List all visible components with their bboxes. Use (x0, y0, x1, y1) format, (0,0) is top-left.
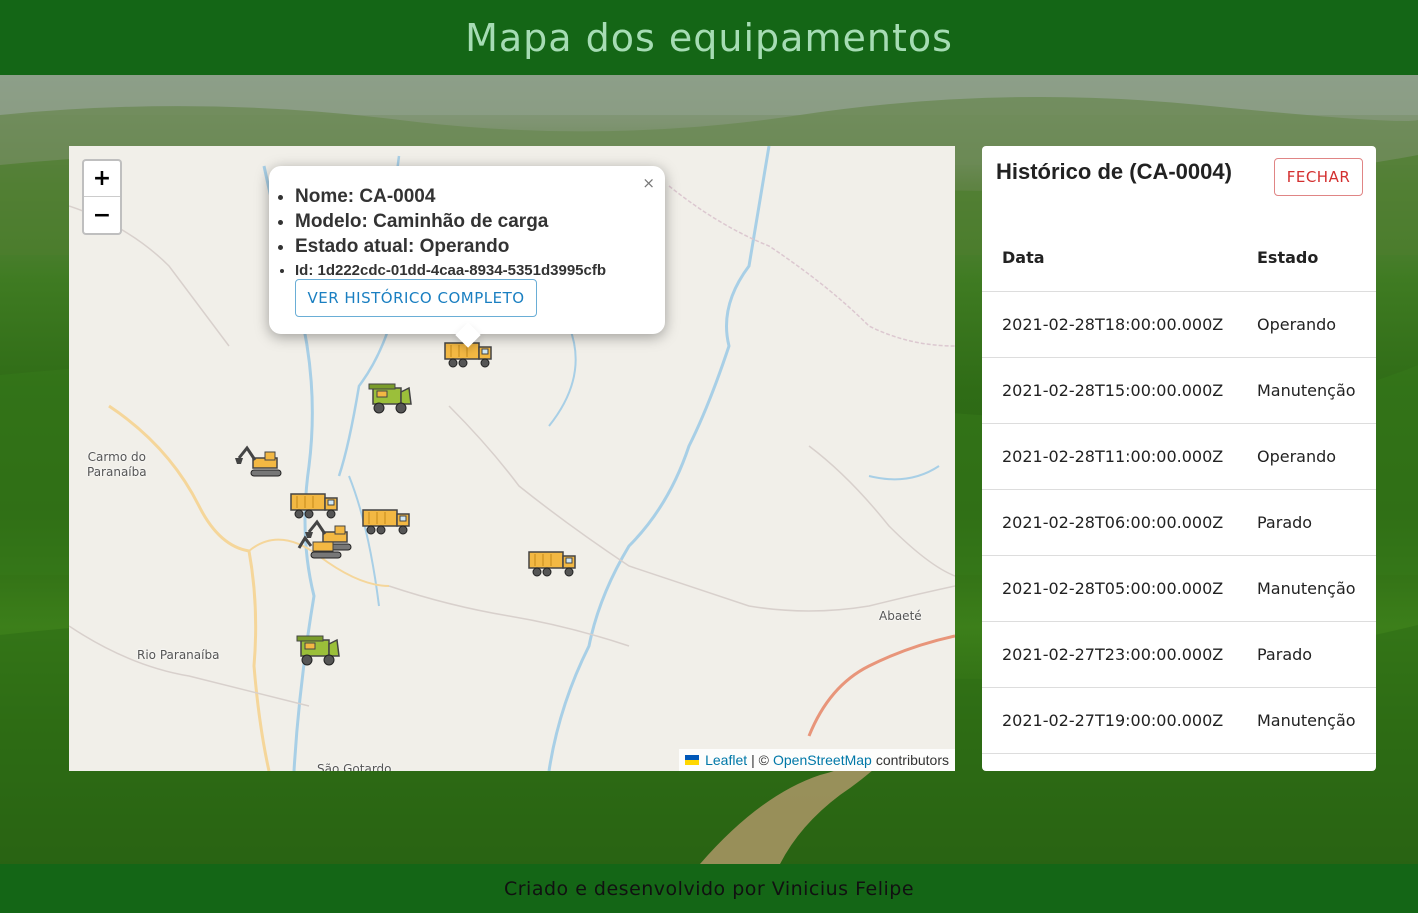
table-row: 2021-02-28T11:00:00.000Z Operando (982, 423, 1376, 490)
attribution-separator: | © (751, 752, 769, 768)
place-label-abaete: Abaeté (879, 609, 922, 623)
map-attribution: Leaflet | © OpenStreetMap contributors (679, 749, 955, 771)
column-header-data: Data (982, 224, 1257, 292)
zoom-control: + − (82, 159, 122, 235)
page-title: Mapa dos equipamentos (465, 15, 953, 60)
equipment-model: Modelo: Caminhão de carga (295, 209, 606, 234)
cell-estado: Parado (1257, 621, 1376, 688)
cell-data: 2021-02-27T23:00:00.000Z (982, 621, 1257, 688)
truck-icon[interactable] (361, 500, 413, 538)
view-full-history-button[interactable]: VER HISTÓRICO COMPLETO (295, 279, 537, 317)
harvester-icon[interactable] (295, 630, 347, 668)
attribution-contributors: contributors (875, 752, 949, 768)
zoom-in-button[interactable]: + (84, 161, 120, 197)
equipment-details-list: Nome: CA-0004 Modelo: Caminhão de carga … (295, 184, 606, 282)
leaflet-link[interactable]: Leaflet (705, 752, 747, 768)
cell-estado: Manutenção (1257, 357, 1376, 424)
table-row: 2021-02-28T06:00:00.000Z Parado (982, 489, 1376, 556)
popup-close-button[interactable]: × (642, 174, 655, 192)
harvester-icon[interactable] (367, 378, 419, 416)
zoom-out-button[interactable]: − (84, 197, 120, 233)
cell-estado: Operando (1257, 423, 1376, 490)
table-row: 2021-02-28T15:00:00.000Z Manutenção (982, 357, 1376, 424)
excavator-icon[interactable] (297, 516, 352, 559)
place-label-carmo: Carmo do Paranaíba (87, 450, 147, 479)
footer-credit: Criado e desenvolvido por Vinicius Felip… (503, 877, 915, 900)
page-header: Mapa dos equipamentos (0, 0, 1418, 75)
place-label-sao-gotardo: São Gotardo (317, 762, 392, 771)
truck-icon[interactable] (527, 542, 579, 580)
place-label-rio-paranaiba: Rio Paranaíba (137, 648, 220, 662)
equipment-map[interactable]: + − Carmo do Paranaíba Rio Paranaíba Aba… (69, 146, 955, 771)
column-header-estado: Estado (1257, 224, 1376, 292)
equipment-popup: × Nome: CA-0004 Modelo: Caminhão de carg… (269, 166, 665, 348)
table-row: 2021-02-27T19:00:00.000Z Manutenção (982, 687, 1376, 754)
cell-estado: Parado (1257, 489, 1376, 556)
history-table: Data Estado 2021-02-28T18:00:00.000Z Oper… (982, 224, 1376, 754)
openstreetmap-link[interactable]: OpenStreetMap (773, 752, 872, 768)
cell-data: 2021-02-28T18:00:00.000Z (982, 291, 1257, 358)
cell-estado: Operando (1257, 291, 1376, 358)
cell-data: 2021-02-28T15:00:00.000Z (982, 357, 1257, 424)
ukraine-flag-icon (685, 755, 700, 765)
table-row: 2021-02-28T18:00:00.000Z Operando (982, 291, 1376, 358)
history-title: Histórico de (CA-0004) (996, 159, 1232, 184)
equipment-state: Estado atual: Operando (295, 234, 606, 259)
equipment-name: Nome: CA-0004 (295, 184, 606, 209)
page-footer: Criado e desenvolvido por Vinicius Felip… (0, 864, 1418, 913)
history-panel: Histórico de (CA-0004) FECHAR Data Estad… (982, 146, 1376, 771)
cell-estado: Manutenção (1257, 687, 1376, 754)
table-row: 2021-02-28T05:00:00.000Z Manutenção (982, 555, 1376, 622)
excavator-icon[interactable] (233, 442, 285, 480)
cell-data: 2021-02-27T19:00:00.000Z (982, 687, 1257, 754)
table-header-row: Data Estado (982, 224, 1376, 292)
cell-data: 2021-02-28T05:00:00.000Z (982, 555, 1257, 622)
table-row: 2021-02-27T23:00:00.000Z Parado (982, 621, 1376, 688)
cell-data: 2021-02-28T06:00:00.000Z (982, 489, 1257, 556)
cell-data: 2021-02-28T11:00:00.000Z (982, 423, 1257, 490)
cell-estado: Manutenção (1257, 555, 1376, 622)
close-history-button[interactable]: FECHAR (1274, 158, 1363, 196)
